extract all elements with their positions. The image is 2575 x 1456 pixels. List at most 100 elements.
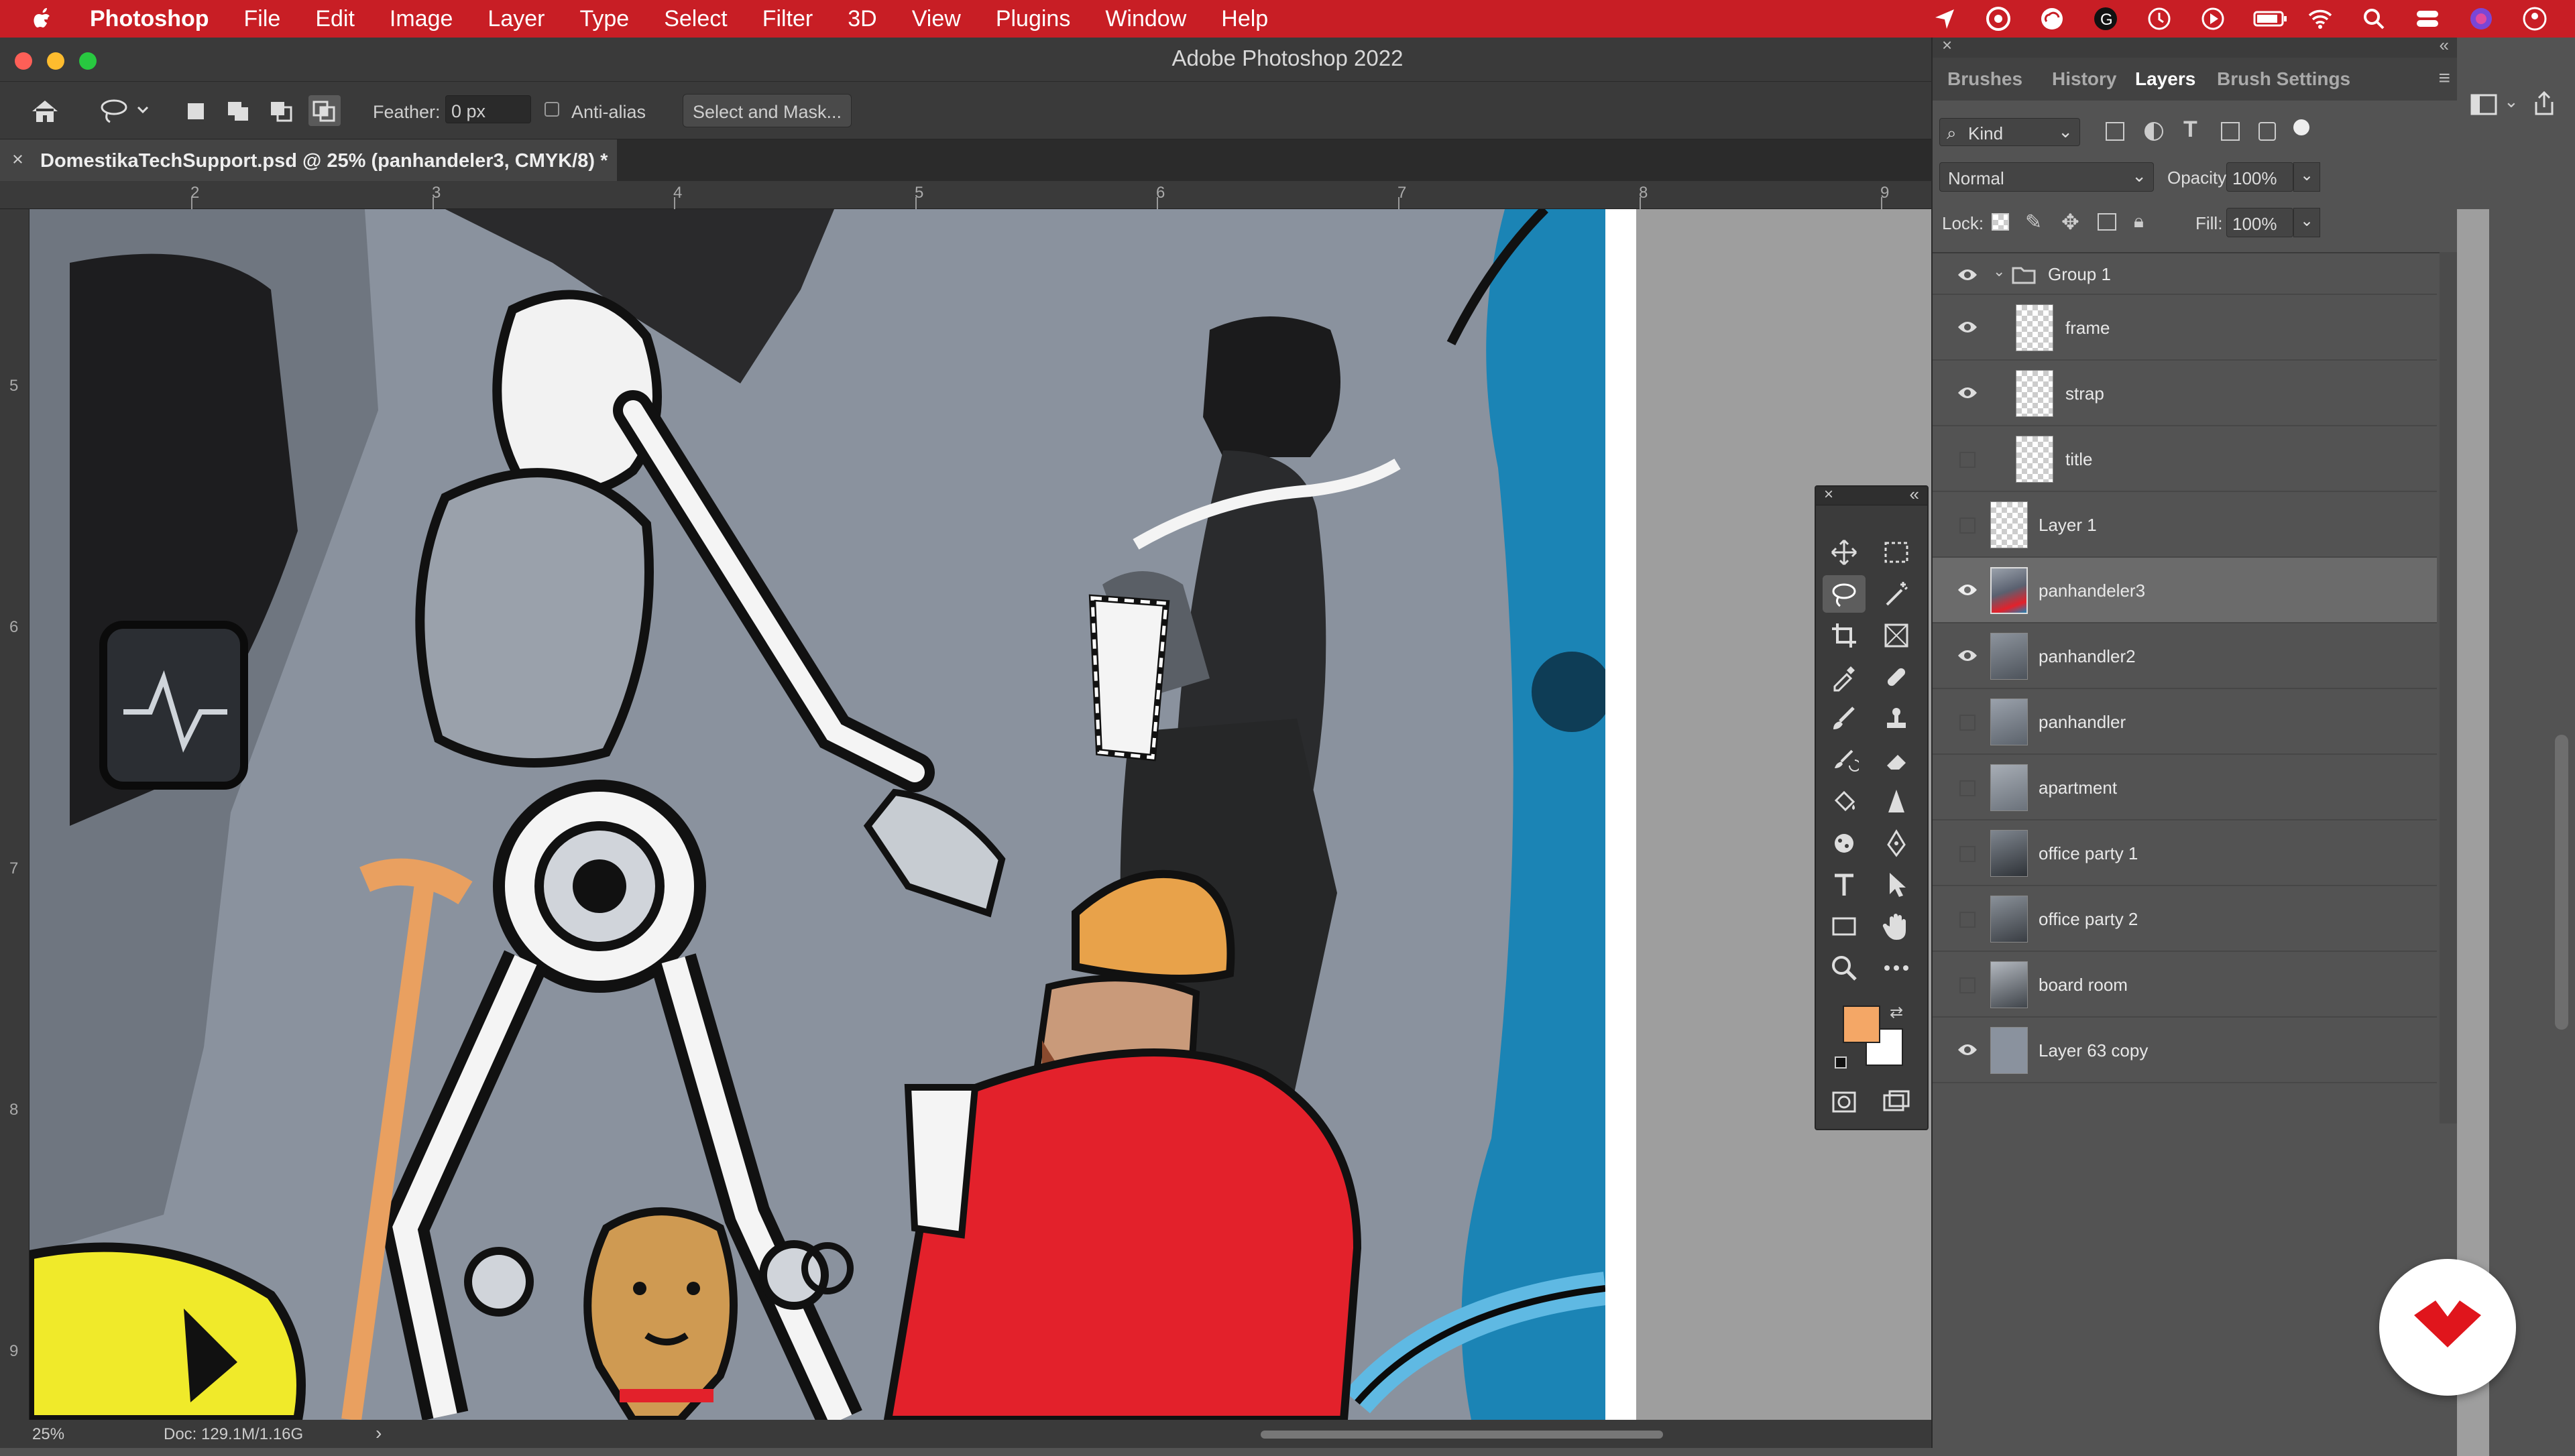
visibility-toggle-off[interactable] [1959, 780, 1976, 796]
foreground-color-swatch-front[interactable] [1843, 1006, 1880, 1043]
type-layer-filter-icon[interactable]: T [2183, 117, 2197, 143]
control-center-icon[interactable] [2414, 5, 2441, 32]
workspace-layout-icon[interactable] [2470, 93, 2500, 117]
clone-stamp-tool-icon[interactable] [1875, 700, 1918, 737]
eraser-tool-icon[interactable] [1875, 741, 1918, 779]
visibility-eye-icon[interactable] [1957, 267, 1978, 283]
visibility-toggle-off[interactable] [1959, 518, 1976, 534]
document-size[interactable]: Doc: 129.1M/1.16G [164, 1425, 303, 1444]
menu-plugins[interactable]: Plugins [996, 6, 1071, 32]
opacity-input[interactable]: 100% [2226, 162, 2293, 192]
move-tool-icon[interactable] [1823, 534, 1866, 571]
creative-cloud-icon[interactable] [1985, 5, 2012, 32]
siri-icon[interactable] [2468, 5, 2495, 32]
feather-input[interactable]: 0 px [445, 95, 531, 123]
anti-alias-checkbox[interactable] [545, 102, 559, 117]
tab-brush-settings[interactable]: Brush Settings [2217, 68, 2350, 90]
cloud-sync-icon[interactable] [2039, 5, 2065, 32]
visibility-eye-icon[interactable] [1957, 319, 1978, 335]
layer-row-apartment[interactable]: apartment [1933, 755, 2437, 821]
menu-window[interactable]: Window [1105, 6, 1186, 32]
vertical-scrollbar[interactable] [2555, 735, 2568, 1030]
layer-row-frame[interactable]: frame [1933, 295, 2437, 361]
visibility-toggle-off[interactable] [1959, 715, 1976, 731]
visibility-toggle-off[interactable] [1959, 452, 1976, 468]
blend-mode-select[interactable]: Normal ⌄ [1939, 162, 2154, 192]
more-tools-icon[interactable] [1875, 949, 1918, 987]
tools-panel-header[interactable]: × « [1816, 484, 1927, 505]
layer-row-office-party-2[interactable]: office party 2 [1933, 886, 2437, 952]
time-machine-icon[interactable] [2146, 5, 2173, 32]
sharpen-tool-icon[interactable] [1875, 783, 1918, 821]
user-icon[interactable] [2521, 5, 2548, 32]
lock-artboard-icon[interactable] [2098, 213, 2116, 231]
shape-layer-filter-icon[interactable] [2221, 122, 2240, 141]
play-icon[interactable] [2199, 5, 2226, 32]
collapse-icon[interactable]: « [1910, 484, 1919, 505]
quick-mask-icon[interactable] [1823, 1083, 1866, 1121]
tab-brushes[interactable]: Brushes [1947, 68, 2022, 90]
menu-layer[interactable]: Layer [488, 6, 545, 32]
menu-file[interactable]: File [244, 6, 281, 32]
menu-3d[interactable]: 3D [848, 6, 876, 32]
lasso-tool-preset-picker[interactable] [94, 95, 154, 126]
chevron-right-icon[interactable]: › [376, 1422, 382, 1444]
paint-bucket-tool-icon[interactable] [1823, 783, 1866, 821]
tab-history[interactable]: History [2052, 68, 2116, 90]
tab-layers[interactable]: Layers [2135, 68, 2195, 90]
zoom-tool-icon[interactable] [1823, 949, 1866, 987]
default-colors-icon[interactable] [1835, 1056, 1847, 1069]
rectangle-tool-icon[interactable] [1823, 908, 1866, 945]
wifi-icon[interactable] [2307, 5, 2334, 32]
path-selection-tool-icon[interactable] [1875, 866, 1918, 904]
frame-tool-icon[interactable] [1875, 617, 1918, 654]
lock-transparent-pixels-icon[interactable] [1992, 213, 2009, 231]
layer-row-panhandeler3[interactable]: panhandeler3 [1933, 558, 2437, 623]
chevron-down-icon[interactable]: ⌄ [1993, 263, 2005, 280]
type-tool-icon[interactable] [1823, 866, 1866, 904]
zoom-level[interactable]: 25% [32, 1425, 64, 1444]
panel-menu-icon[interactable]: ≡ [2438, 67, 2450, 90]
add-to-selection-icon[interactable] [224, 95, 253, 126]
fill-input[interactable]: 100% [2226, 208, 2293, 237]
sponge-tool-icon[interactable] [1823, 825, 1866, 862]
layer-row-layer-1[interactable]: Layer 1 [1933, 492, 2437, 558]
artwork-canvas[interactable] [30, 209, 1605, 1420]
horizontal-ruler[interactable]: 2 3 4 5 6 7 8 9 [0, 181, 1931, 209]
location-icon[interactable] [1931, 5, 1958, 32]
menu-help[interactable]: Help [1221, 6, 1268, 32]
eyedropper-tool-icon[interactable] [1823, 658, 1866, 696]
marquee-tool-icon[interactable] [1875, 534, 1918, 571]
chevron-down-icon[interactable]: ⌄ [2504, 91, 2519, 112]
visibility-toggle-off[interactable] [1959, 846, 1976, 862]
visibility-eye-icon[interactable] [1957, 385, 1978, 401]
layer-filter-kind-select[interactable]: ⌕ Kind ⌄ [1939, 118, 2080, 146]
vertical-ruler[interactable]: 5 6 7 8 9 [0, 209, 30, 1420]
menu-image[interactable]: Image [390, 6, 453, 32]
lock-position-icon[interactable]: ✥ [2061, 209, 2079, 235]
screen-mode-icon[interactable] [1875, 1083, 1918, 1121]
menu-view[interactable]: View [912, 6, 961, 32]
swap-colors-icon[interactable]: ⇄ [1890, 1003, 1903, 1022]
opacity-slider-toggle[interactable]: ⌄ [2293, 162, 2320, 192]
close-tab-icon[interactable]: × [12, 149, 23, 171]
visibility-eye-icon[interactable] [1957, 582, 1978, 598]
menu-app-name[interactable]: Photoshop [90, 6, 209, 32]
layer-row-panhandler[interactable]: panhandler [1933, 689, 2437, 755]
smart-object-filter-icon[interactable] [2258, 122, 2276, 141]
fill-slider-toggle[interactable]: ⌄ [2293, 208, 2320, 237]
horizontal-scrollbar[interactable] [1261, 1431, 1663, 1439]
intersect-selection-icon[interactable] [308, 95, 341, 126]
visibility-eye-icon[interactable] [1957, 648, 1978, 664]
close-icon[interactable]: × [1942, 35, 1952, 56]
menu-filter[interactable]: Filter [762, 6, 813, 32]
lasso-tool-icon[interactable] [1823, 575, 1866, 613]
close-icon[interactable]: × [1824, 485, 1833, 504]
layer-row-strap[interactable]: strap [1933, 361, 2437, 426]
brush-tool-icon[interactable] [1823, 700, 1866, 737]
new-selection-icon[interactable] [181, 95, 211, 126]
lock-all-icon[interactable]: 🔒︎ [2134, 210, 2144, 233]
share-icon[interactable] [2531, 90, 2558, 117]
layer-row-title[interactable]: title [1933, 426, 2437, 492]
lock-image-pixels-icon[interactable]: ✎ [2025, 210, 2042, 234]
